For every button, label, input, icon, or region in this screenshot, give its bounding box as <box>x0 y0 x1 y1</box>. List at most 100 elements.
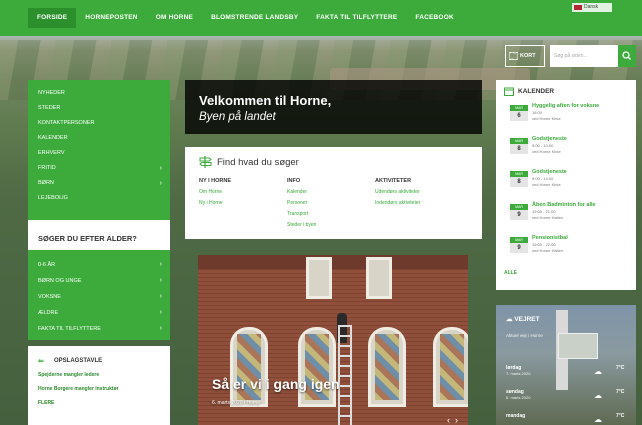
event-place: ved Horne Hallen <box>532 248 563 253</box>
age-item-born-unge[interactable]: BØRN OG UNGE › <box>28 273 170 289</box>
weather-temp: 7°C <box>616 365 625 371</box>
chevron-right-icon[interactable]: › <box>455 415 458 425</box>
language-selector[interactable]: Dansk <box>572 3 612 12</box>
slide-arrows[interactable]: ‹ › <box>447 415 458 425</box>
find-link[interactable]: Transport <box>287 211 375 217</box>
calendar-event[interactable]: MAR 8 Godstjeneste 9:00 - 10:00 ved Horne… <box>504 169 628 202</box>
calendar-title: KALENDER <box>518 88 555 95</box>
sidebar-item-label: STEDER <box>38 105 61 111</box>
weather-heading: ☁ VEJRET <box>506 315 540 323</box>
nav-item-horneposten[interactable]: HORNEPOSTEN <box>76 8 146 28</box>
event-title[interactable]: Godstjeneste <box>532 169 628 176</box>
find-link[interactable]: Om Horne <box>199 189 287 195</box>
nav-item-facebook[interactable]: FACEBOOK <box>406 8 462 28</box>
age-item-label: BØRN OG UNGE <box>38 278 82 284</box>
nav-item-blomstrende-landsby[interactable]: BLOMSTRENDE LANDSBY <box>202 8 307 28</box>
age-item-label: ÆLDRE <box>38 310 59 316</box>
chevron-right-icon: › <box>159 180 162 187</box>
search-button[interactable] <box>618 45 636 67</box>
calendar-event[interactable]: MAR 9 Pensionistbal 19:00 - 22:00 ved Hor… <box>504 235 628 268</box>
find-link[interactable]: Udendørs aktiviteter <box>375 189 463 195</box>
age-item-voksne[interactable]: VOKSNE › <box>28 289 170 305</box>
sidebar-item-label: NYHEDER <box>38 90 65 96</box>
weather-day-row: mandag ☁ 7°C <box>506 413 632 425</box>
chevron-right-icon: › <box>159 325 162 332</box>
event-day: 8 <box>517 146 521 152</box>
find-column-heading: AKTIVITETER <box>375 178 412 184</box>
nav-item-om-horne[interactable]: OM HORNE <box>147 8 202 28</box>
sidebar-item-kontaktpersoner[interactable]: KONTAKTPERSONER <box>28 116 170 131</box>
sidebar-item-label: FRITID <box>38 165 56 171</box>
event-title[interactable]: Godstjeneste <box>532 136 628 143</box>
sidebar-item-kalender[interactable]: KALENDER <box>28 131 170 146</box>
calendar-panel: KALENDER MAR 6 Hyggelig aften for voksne … <box>496 80 636 290</box>
painted-window <box>433 327 468 407</box>
map-button[interactable]: KORT <box>505 45 545 67</box>
notice-board: ⇐ OPSLAGSTAVLE Spejderne mangler ledere H… <box>28 346 170 425</box>
find-column-info: INFO Kalender Personer Transport Steder … <box>287 178 375 233</box>
sidebar-item-fritid[interactable]: FRITID › <box>28 161 170 176</box>
town-sign <box>558 333 598 359</box>
top-nav: FORSIDE HORNEPOSTEN OM HORNE BLOMSTRENDE… <box>0 0 642 36</box>
weather-title: VEJRET <box>514 316 540 323</box>
find-link[interactable]: Steder i byen <box>287 222 375 228</box>
weather-subtitle: Aktuel vejr i Horne <box>506 333 543 338</box>
ladder <box>338 325 352 425</box>
notice-link[interactable]: Spejderne mangler ledere <box>38 372 160 378</box>
event-place: ved Horne Hallen <box>532 215 563 220</box>
weather-date: 8. marts 2020 <box>506 395 531 400</box>
pin-icon: ⇐ <box>38 358 44 365</box>
find-title: Find hvad du søger <box>217 157 299 168</box>
event-title[interactable]: Åben Badminton for alle <box>532 202 628 209</box>
welcome-subtitle: Byen på landet <box>199 111 276 123</box>
slide-caption: Så er vi i gang igen <box>212 376 340 392</box>
all-events-link[interactable]: ALLE <box>504 270 628 276</box>
age-item-label: VOKSNE <box>38 294 61 300</box>
weather-panel: ☁ VEJRET Aktuel vejr i Horne lørdag 7. m… <box>496 305 636 425</box>
calendar-event[interactable]: MAR 8 Godstjeneste 9:00 - 10:00 ved Horne… <box>504 136 628 169</box>
nav-item-forside[interactable]: FORSIDE <box>28 8 77 28</box>
calendar-event[interactable]: MAR 9 Åben Badminton for alle 19:00 - 21:… <box>504 202 628 235</box>
news-slide[interactable]: Så er vi i gang igen 6. marts 2020 i Hor… <box>198 255 468 425</box>
notice-link[interactable]: Horne Borgere mangler instruktør <box>38 386 160 392</box>
sidebar-item-lejebolig[interactable]: LEJEBOLIG <box>28 191 170 206</box>
event-day: 8 <box>517 179 521 185</box>
danish-flag-icon <box>574 5 582 10</box>
cloud-icon: ☁ <box>594 391 602 400</box>
painted-window <box>230 327 268 407</box>
notice-board-title: OPSLAGSTAVLE <box>54 358 103 364</box>
event-day: 9 <box>517 212 521 218</box>
event-title[interactable]: Pensionistbal <box>532 235 628 242</box>
sidebar-item-steder[interactable]: STEDER <box>28 101 170 116</box>
age-heading: SØGER DU EFTER ALDER? <box>28 220 170 252</box>
more-notices-link[interactable]: FLERE <box>38 400 160 406</box>
map-label: KORT <box>520 53 536 59</box>
chevron-left-icon[interactable]: ‹ <box>447 415 450 425</box>
search-input[interactable]: Søg på siden... <box>550 45 618 67</box>
sidebar-item-nyheder[interactable]: NYHEDER <box>28 86 170 101</box>
age-item-0-6[interactable]: 0-6 ÅR › <box>28 257 170 273</box>
find-column-ny-i-horne: NY I HORNE Om Horne Ny i Horne <box>199 178 287 233</box>
age-item-fakta[interactable]: FAKTA TIL TILFLYTTERE › <box>28 321 170 337</box>
age-item-label: 0-6 ÅR <box>38 262 56 268</box>
find-link[interactable]: Kalender <box>287 189 375 195</box>
sidebar-item-born[interactable]: BØRN › <box>28 176 170 191</box>
chevron-right-icon: › <box>159 277 162 284</box>
welcome-title: Velkommen til Horne, <box>199 93 332 108</box>
event-place: ved Horne Kirke <box>532 149 561 154</box>
age-item-aeldre[interactable]: ÆLDRE › <box>28 305 170 321</box>
cloud-icon: ☁ <box>594 367 602 376</box>
painted-window <box>298 327 336 407</box>
find-link[interactable]: Indendørs aktiviteter <box>375 200 463 206</box>
nav-item-fakta[interactable]: FAKTA TIL TILFLYTTERE <box>307 8 406 28</box>
find-column-heading: NY I HORNE <box>199 178 231 184</box>
sidebar-menu: NYHEDER STEDER KONTAKTPERSONER KALENDER … <box>28 80 170 240</box>
chevron-right-icon: › <box>159 293 162 300</box>
calendar-event[interactable]: MAR 6 Hyggelig aften for voksne 18:00 ved… <box>504 103 628 136</box>
sidebar-item-erhverv[interactable]: ERHVERV <box>28 146 170 161</box>
find-link[interactable]: Personer <box>287 200 375 206</box>
event-title[interactable]: Hyggelig aften for voksne <box>532 103 628 110</box>
find-link[interactable]: Ny i Horne <box>199 200 287 206</box>
weather-icon: ☁ <box>506 316 513 323</box>
sidebar-item-label: ERHVERV <box>38 150 65 156</box>
